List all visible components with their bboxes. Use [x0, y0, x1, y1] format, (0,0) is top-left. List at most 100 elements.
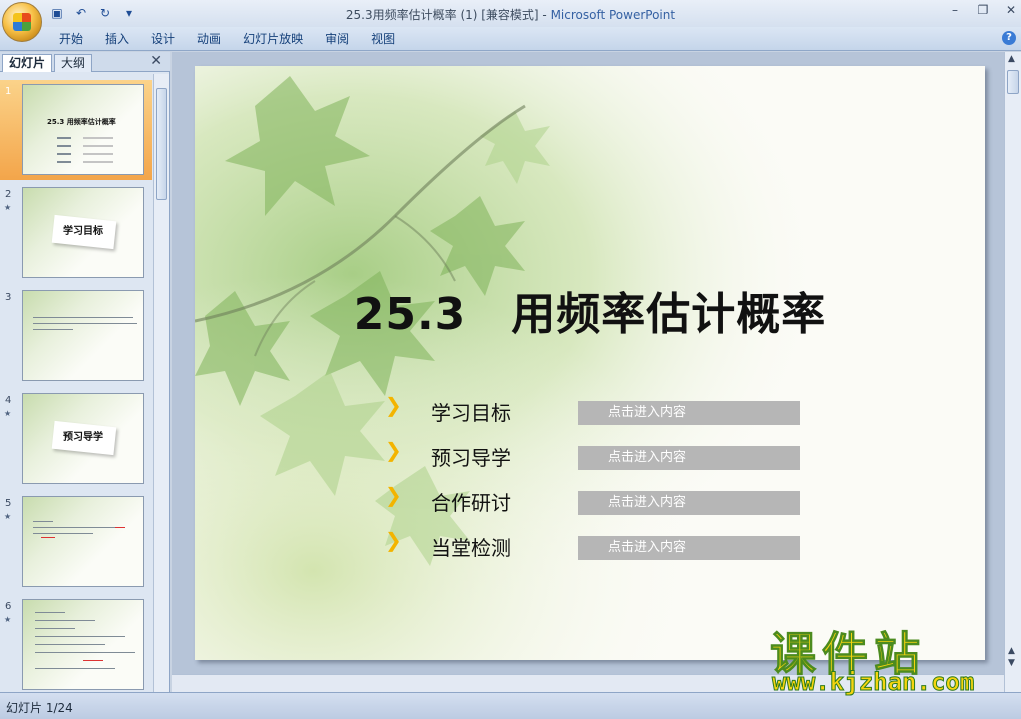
thumbnail-scrollbar[interactable] [153, 74, 169, 692]
close-pane-icon[interactable]: ✕ [150, 53, 162, 69]
scrollbar-thumb[interactable] [1007, 70, 1019, 94]
thumb-line [33, 533, 93, 534]
vertical-scrollbar[interactable]: ▲ ▲ ▼ [1004, 52, 1021, 692]
site-watermark: 课件站 www.kjzhan.com [770, 618, 1020, 698]
thumb-number: 3 [5, 292, 12, 303]
thumb-line [35, 620, 95, 621]
thumb-line [35, 612, 65, 613]
thumb-title: 预习导学 [63, 432, 103, 443]
thumb-line [35, 636, 125, 637]
document-title: 25.3用频率估计概率 (1) [兼容模式] - [345, 8, 551, 22]
scrollbar-thumb[interactable] [156, 88, 167, 200]
animation-icon: ★ [4, 512, 12, 521]
app-name: Microsoft PowerPoint [550, 8, 676, 22]
thumb-number: 5 [5, 498, 12, 509]
thumb-preview [22, 290, 144, 381]
thumb-line [33, 521, 53, 522]
watermark-url: www.kjzhan.com [771, 668, 975, 697]
thumb-number: 6 [5, 601, 12, 612]
scroll-up-icon[interactable]: ▲ [1008, 54, 1015, 64]
tab-design[interactable]: 设计 [140, 31, 186, 47]
menu-item-discussion: ❯ 合作研讨 点击进入内容 [385, 481, 825, 517]
menu-label: 预习导学 [431, 446, 511, 470]
thumb-line [35, 668, 115, 669]
slides-pane: 幻灯片 大纲 ✕ 1 25.3 用频率估计概率 2 ★ 学习目标 3 4 ★ 预… [0, 52, 170, 692]
tab-view[interactable]: 视图 [360, 31, 406, 47]
thumb-line [41, 537, 55, 538]
slide-thumbnail-4[interactable]: 4 ★ 预习导学 [0, 389, 152, 489]
slide-thumbnail-5[interactable]: 5 ★ [0, 492, 152, 592]
menu-label: 学习目标 [431, 401, 511, 425]
thumb-preview: 25.3 用频率估计概率 [22, 84, 144, 175]
enter-quiz-button[interactable]: 点击进入内容 [578, 536, 800, 560]
thumb-number: 4 [5, 395, 12, 406]
animation-icon: ★ [4, 409, 12, 418]
animation-icon: ★ [4, 615, 12, 624]
thumb-preview: 预习导学 [22, 393, 144, 484]
thumb-title: 25.3 用频率估计概率 [47, 118, 116, 126]
thumb-preview [22, 496, 144, 587]
thumb-line [83, 161, 113, 163]
thumb-number: 1 [5, 86, 12, 97]
slide-thumbnail-2[interactable]: 2 ★ 学习目标 [0, 183, 152, 283]
arrow-icon: ❯ [385, 393, 402, 417]
menu-label: 合作研讨 [431, 491, 511, 515]
thumb-number: 2 [5, 189, 12, 200]
animation-icon: ★ [4, 203, 12, 212]
close-icon[interactable]: ✕ [1005, 3, 1017, 17]
tab-home[interactable]: 开始 [48, 31, 94, 47]
thumb-preview: 学习目标 [22, 187, 144, 278]
slide-thumbnail-1[interactable]: 1 25.3 用频率估计概率 [0, 80, 152, 180]
menu-item-goals: ❯ 学习目标 点击进入内容 [385, 391, 825, 427]
office-button[interactable] [2, 2, 42, 42]
thumb-line [115, 527, 125, 528]
thumb-line [35, 628, 75, 629]
thumb-line [33, 329, 73, 330]
arrow-icon: ❯ [385, 528, 402, 552]
menu-label: 当堂检测 [431, 536, 511, 560]
enter-preview-button[interactable]: 点击进入内容 [578, 446, 800, 470]
thumb-line [57, 145, 71, 147]
arrow-icon: ❯ [385, 438, 402, 462]
menu-item-preview: ❯ 预习导学 点击进入内容 [385, 436, 825, 472]
thumb-line [83, 153, 113, 155]
thumb-preview [22, 599, 144, 690]
window-controls: – ❐ ✕ [949, 3, 1017, 17]
thumb-line [57, 161, 71, 163]
thumbnail-list: 1 25.3 用频率估计概率 2 ★ 学习目标 3 4 ★ 预习导学 5 ★ 6… [0, 74, 152, 692]
thumb-line [83, 145, 113, 147]
pane-tabs: 幻灯片 大纲 ✕ [0, 52, 170, 72]
restore-icon[interactable]: ❐ [977, 3, 989, 17]
help-icon[interactable]: ? [1002, 31, 1016, 45]
minimize-icon[interactable]: – [949, 3, 961, 17]
slide-thumbnail-6[interactable]: 6 ★ [0, 595, 152, 692]
tab-animations[interactable]: 动画 [186, 31, 232, 47]
title-bar: ▣ ↶ ↻ ▾ 25.3用频率估计概率 (1) [兼容模式] - Microso… [0, 0, 1021, 27]
current-slide[interactable]: 25.3 用频率估计概率 ❯ 学习目标 点击进入内容 ❯ 预习导学 点击进入内容… [195, 66, 985, 660]
menu-item-quiz: ❯ 当堂检测 点击进入内容 [385, 526, 825, 562]
window-title: 25.3用频率估计概率 (1) [兼容模式] - Microsoft Power… [0, 6, 1021, 23]
thumb-line [57, 137, 71, 139]
tab-outline[interactable]: 大纲 [54, 54, 93, 72]
enter-discussion-button[interactable]: 点击进入内容 [578, 491, 800, 515]
thumb-line [33, 317, 133, 318]
thumb-line [33, 527, 123, 528]
leaf-background-image [195, 66, 985, 660]
slide-thumbnail-3[interactable]: 3 [0, 286, 152, 386]
slide-title: 25.3 用频率估计概率 [353, 289, 827, 340]
office-logo-icon [13, 13, 31, 31]
thumb-line [33, 323, 137, 324]
tab-slides[interactable]: 幻灯片 [2, 54, 53, 72]
thumb-line [35, 652, 135, 653]
tab-insert[interactable]: 插入 [94, 31, 140, 47]
tab-slideshow[interactable]: 幻灯片放映 [232, 31, 314, 47]
thumb-title: 学习目标 [63, 226, 103, 237]
enter-goals-button[interactable]: 点击进入内容 [578, 401, 800, 425]
ribbon-tabs: 开始 插入 设计 动画 幻灯片放映 审阅 视图 [48, 31, 406, 47]
thumb-line [83, 137, 113, 139]
thumb-line [57, 153, 71, 155]
thumb-line [83, 660, 103, 661]
slide-counter: 幻灯片 1/24 [6, 701, 73, 715]
ribbon: 开始 插入 设计 动画 幻灯片放映 审阅 视图 ? [0, 27, 1021, 51]
tab-review[interactable]: 审阅 [314, 31, 360, 47]
